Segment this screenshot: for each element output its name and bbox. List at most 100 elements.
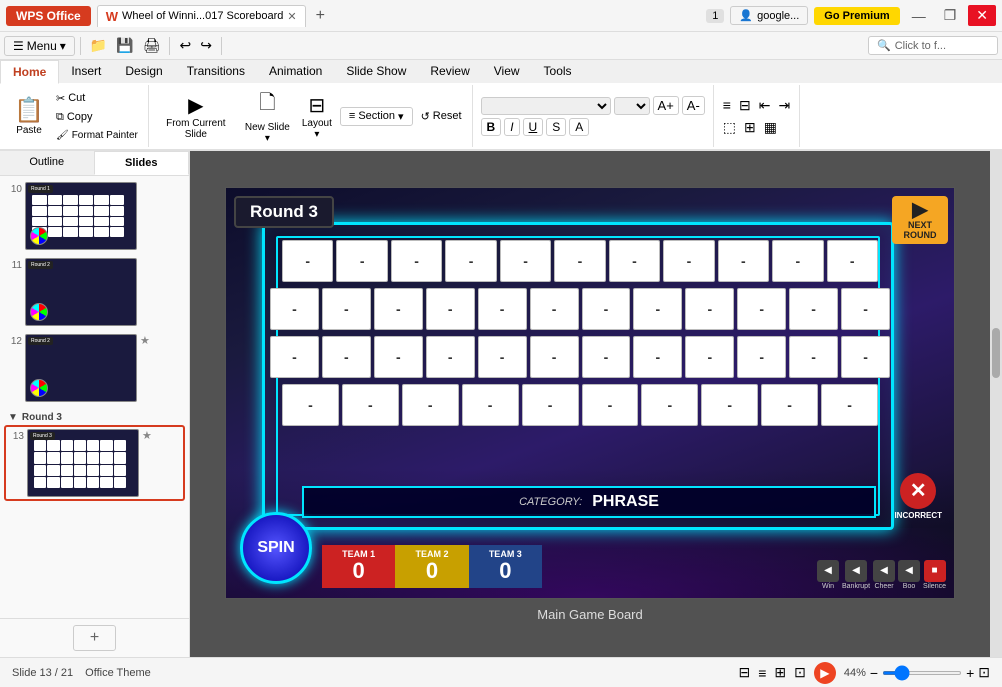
cell-r2c5[interactable]: - [478,288,527,330]
cell-r3c1[interactable]: - [270,336,319,378]
cell-r4c3[interactable]: - [402,384,459,426]
cell-r3c9[interactable]: - [685,336,734,378]
cell-r3c5[interactable]: - [478,336,527,378]
cell-r1c3[interactable]: - [391,240,442,282]
premium-button[interactable]: Go Premium [814,7,899,25]
font-size-select[interactable] [614,97,650,115]
cell-r3c7[interactable]: - [582,336,631,378]
boo-sound-button[interactable]: ◀ [898,560,920,582]
view-slide-button[interactable]: ⊡ [794,664,806,681]
align-right-button[interactable]: ▦ [761,118,780,137]
menu-button[interactable]: ☰ Menu ▾ [4,36,75,56]
font-color-button[interactable]: A [569,118,589,136]
print-button[interactable]: 🖨 [139,35,165,56]
fit-page-button[interactable]: ⊡ [978,664,990,681]
slide-item-11[interactable]: 11 Round 2 [4,256,185,328]
tab-tools[interactable]: Tools [532,60,584,83]
cell-r1c1[interactable]: - [282,240,333,282]
cell-r3c10[interactable]: - [737,336,786,378]
font-shrink-button[interactable]: A- [682,96,705,115]
cell-r4c6[interactable]: - [582,384,639,426]
present-button[interactable]: ▶ [814,662,836,684]
cell-r3c8[interactable]: - [633,336,682,378]
next-round-button[interactable]: ▶ NEXTROUND [892,196,948,244]
view-normal-button[interactable]: ⊟ [738,664,750,681]
add-tab-button[interactable]: + [312,7,329,25]
account-button[interactable]: 👤 google... [730,6,808,25]
save-button[interactable]: 💾 [112,35,137,56]
cell-r3c12[interactable]: - [841,336,890,378]
tab-home[interactable]: Home [0,60,59,84]
cell-r4c5[interactable]: - [522,384,579,426]
cell-r2c6[interactable]: - [530,288,579,330]
cell-r2c7[interactable]: - [582,288,631,330]
file-tab[interactable]: W Wheel of Winni...017 Scoreboard ✕ [97,5,306,27]
font-family-select[interactable] [481,97,611,115]
underline-button[interactable]: U [523,118,544,136]
tab-slide-show[interactable]: Slide Show [334,60,418,83]
bullets-button[interactable]: ≡ [720,96,734,115]
cell-r4c2[interactable]: - [342,384,399,426]
redo-button[interactable]: ↪ [196,35,216,56]
italic-button[interactable]: I [504,118,519,136]
tab-review[interactable]: Review [418,60,481,83]
cell-r4c7[interactable]: - [641,384,698,426]
cell-r4c4[interactable]: - [462,384,519,426]
decrease-indent-button[interactable]: ⇤ [756,96,774,115]
add-slide-button[interactable]: + [73,625,116,651]
tab-animation[interactable]: Animation [257,60,334,83]
cut-button[interactable]: ✂ Cut [52,90,142,107]
slide-item-12[interactable]: 12 Round 2 ★ [4,332,185,404]
tab-insert[interactable]: Insert [59,60,113,83]
strikethrough-button[interactable]: S [546,118,566,136]
increase-indent-button[interactable]: ⇥ [775,96,793,115]
section-button[interactable]: ≡ Section ▾ [340,107,413,126]
cell-r3c3[interactable]: - [374,336,423,378]
minimize-button[interactable]: — [906,6,932,26]
align-center-button[interactable]: ⊞ [741,118,759,137]
silence-sound-button[interactable]: ■ [924,560,946,582]
undo-button[interactable]: ↩ [175,35,195,56]
bold-button[interactable]: B [481,118,502,136]
cell-r2c12[interactable]: - [841,288,890,330]
cell-r1c10[interactable]: - [772,240,823,282]
view-outline-button[interactable]: ≡ [758,665,766,681]
cell-r2c9[interactable]: - [685,288,734,330]
tab-close-button[interactable]: ✕ [287,10,296,23]
slide-canvas[interactable]: Round 3 ▶ NEXTROUND - - - - - - - - - - … [225,187,955,599]
zoom-slider[interactable] [882,671,962,675]
paste-button[interactable]: 📋 Paste [10,86,48,146]
zoom-out-button[interactable]: − [870,665,878,681]
cell-r4c10[interactable]: - [821,384,878,426]
cheer-sound-button[interactable]: ◀ [873,560,895,582]
main-scrollbar[interactable] [990,151,1002,657]
spin-button[interactable]: SPIN [240,512,312,584]
tab-design[interactable]: Design [113,60,174,83]
cell-r1c5[interactable]: - [500,240,551,282]
main-scrollbar-thumb[interactable] [992,328,1000,378]
cell-r2c2[interactable]: - [322,288,371,330]
section-collapse-icon[interactable]: ▼ [8,412,18,423]
incorrect-button[interactable]: ✕ INCORRECT [894,473,942,520]
copy-button[interactable]: ⧉ Copy [52,109,142,126]
from-current-slide-button[interactable]: ▶ From Current Slide [155,86,237,146]
cell-r1c6[interactable]: - [554,240,605,282]
cell-r2c4[interactable]: - [426,288,475,330]
cell-r3c11[interactable]: - [789,336,838,378]
cell-r2c10[interactable]: - [737,288,786,330]
cell-r1c4[interactable]: - [445,240,496,282]
slide-item-10[interactable]: 10 Round 1 [4,180,185,252]
cell-r1c2[interactable]: - [336,240,387,282]
cell-r4c9[interactable]: - [761,384,818,426]
outline-tab[interactable]: Outline [0,151,94,175]
cell-r2c11[interactable]: - [789,288,838,330]
tab-view[interactable]: View [482,60,532,83]
align-left-button[interactable]: ⬚ [720,118,739,137]
cell-r1c9[interactable]: - [718,240,769,282]
cell-r4c8[interactable]: - [701,384,758,426]
cell-r2c1[interactable]: - [270,288,319,330]
close-window-button[interactable]: ✕ [968,5,996,26]
cell-r3c6[interactable]: - [530,336,579,378]
format-painter-button[interactable]: 🖌 Format Painter [52,128,142,143]
cell-r2c3[interactable]: - [374,288,423,330]
